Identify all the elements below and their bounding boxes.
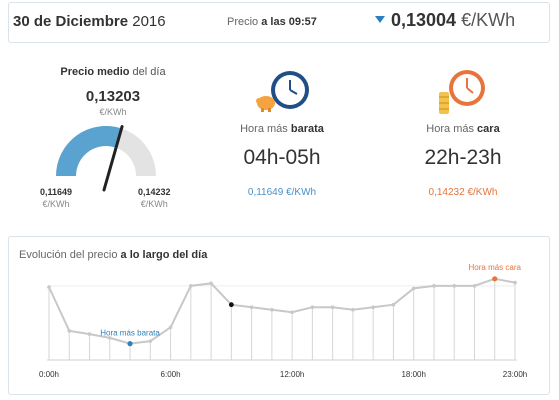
data-point: [168, 325, 173, 330]
x-tick-label: 18:00h: [401, 370, 425, 379]
clock-coins-icon: [439, 70, 485, 114]
data-point: [47, 285, 51, 289]
price-time-label: Precio a las 09:57: [227, 16, 317, 28]
gauge-max: 0,14232 €/KWh: [138, 187, 171, 209]
expensive-hour-range: 22h-23h: [424, 146, 502, 169]
data-point: [67, 329, 72, 333]
data-point: [452, 284, 457, 288]
data-point: [310, 305, 315, 310]
data-point: [189, 284, 193, 288]
data-point: [432, 284, 436, 288]
gauge-dial: [56, 125, 156, 192]
max-point-label: Hora más cara: [469, 263, 522, 272]
data-point: [270, 307, 274, 312]
gauge-value: 0,13203: [85, 88, 141, 105]
data-point: [371, 305, 375, 310]
expensive-hour-label: Hora más cara: [426, 123, 500, 135]
expensive-hour-price: 0,14232 €/KWh: [428, 187, 498, 198]
expensive-hour-card: Hora más cara 22h-23h 0,14232 €/KWh: [383, 52, 543, 222]
chart-title: Evolución del precio a lo largo del día: [19, 249, 208, 261]
cheapest-hour-range: 04h-05h: [243, 146, 321, 169]
data-point: [249, 305, 254, 310]
data-point: [472, 284, 477, 288]
header-bar: 30 de Diciembre 2016 Precio a las 09:57 …: [8, 2, 550, 43]
price-evolution-chart: Hora más barata Hora más cara 0:00h 6:00h 12…: [8, 236, 550, 395]
stats-section: Precio medio del día 0,13203 €/KWh 0,116…: [8, 52, 550, 222]
x-tick-label: 0:00h: [39, 370, 59, 379]
current-price-unit: €/KWh: [461, 10, 516, 30]
date-label: 30 de Diciembre 2016: [13, 13, 166, 30]
cheapest-hour-price: 0,11649 €/KWh: [247, 187, 317, 198]
max-point: [492, 276, 498, 282]
gauge-title: Precio medio del día: [60, 66, 166, 78]
data-point: [148, 339, 153, 343]
cheapest-hour-label: Hora más barata: [240, 123, 324, 135]
current-price-value: 0,13004: [391, 10, 457, 30]
data-point: [513, 280, 517, 285]
data-point: [209, 281, 213, 286]
x-tick-label: 6:00h: [161, 370, 181, 379]
min-point: [127, 341, 133, 347]
data-point: [411, 286, 416, 291]
gauge-min: 0,11649 €/KWh: [40, 187, 73, 209]
cheapest-hour-card: Hora más barata 04h-05h 0,11649 €/KWh: [202, 52, 362, 222]
average-price-gauge: Precio medio del día 0,13203 €/KWh 0,116…: [28, 52, 198, 222]
current-price: 0,13004 €/KWh: [375, 10, 515, 31]
current-point: [228, 302, 234, 308]
min-point-label: Hora más barata: [100, 329, 160, 338]
data-point: [330, 305, 335, 310]
data-point: [290, 310, 294, 315]
clock-piggybank-icon: [256, 71, 309, 112]
data-point: [87, 332, 92, 336]
down-arrow-icon: [375, 15, 385, 23]
x-tick-label: 12:00h: [280, 370, 304, 379]
data-point: [351, 307, 355, 312]
x-tick-label: 23:00h: [503, 370, 527, 379]
data-point: [391, 302, 396, 307]
